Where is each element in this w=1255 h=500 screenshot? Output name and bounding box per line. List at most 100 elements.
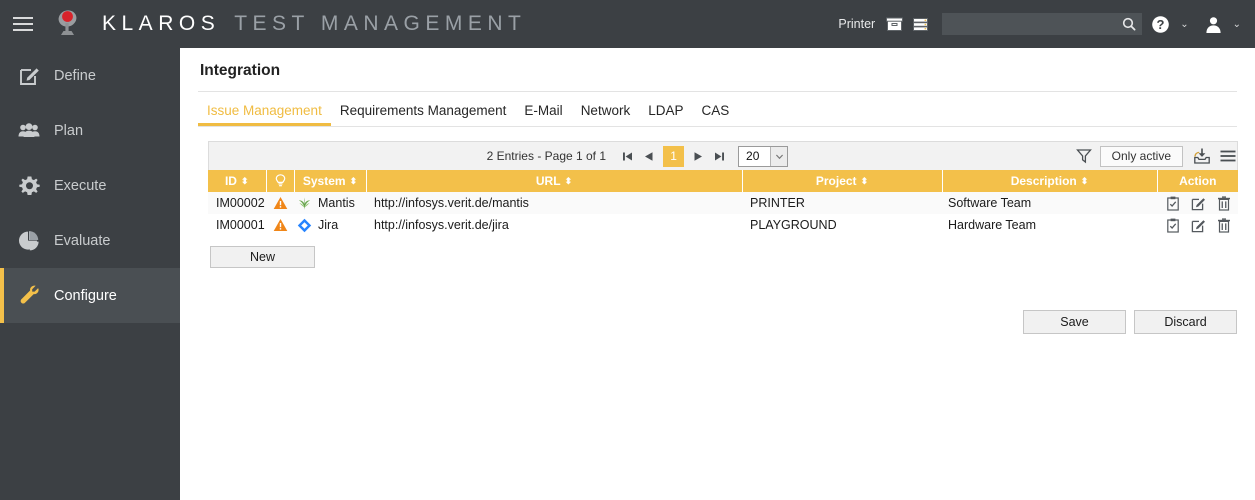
sort-arrows-icon[interactable]: ⬍ (350, 177, 358, 186)
cell-actions (1157, 192, 1238, 214)
entries-count-label: 2 Entries - Page 1 of 1 (486, 149, 607, 163)
sidebar-item-plan[interactable]: Plan (0, 103, 180, 158)
column-header-system[interactable]: System ⬍ (294, 170, 367, 192)
integration-table: ID ⬍ System ⬍ URL ⬍ Project ⬍ Descriptio… (208, 170, 1238, 236)
sidebar-item-label: Execute (54, 177, 107, 194)
search-input[interactable] (948, 16, 1123, 32)
sort-arrows-icon[interactable]: ⬍ (861, 177, 869, 186)
edit-square-icon (18, 65, 40, 87)
page-size-select[interactable]: 20 (738, 145, 789, 167)
tab-email[interactable]: E-Mail (515, 103, 571, 126)
cell-description: Software Team (942, 192, 1157, 214)
new-button[interactable]: New (210, 246, 315, 268)
wrench-icon (18, 285, 40, 307)
column-header-id[interactable]: ID ⬍ (208, 170, 267, 192)
hamburger-bar (13, 29, 33, 31)
tab-network[interactable]: Network (572, 103, 640, 126)
header-right-controls: Printer ? ⌄ ⌄ (838, 13, 1255, 35)
save-button[interactable]: Save (1023, 310, 1126, 334)
tab-issue-management[interactable]: Issue Management (198, 103, 331, 126)
last-page-icon[interactable] (709, 146, 730, 167)
hamburger-bar (13, 17, 33, 19)
lightbulb-icon (275, 174, 286, 188)
column-header-status[interactable] (266, 170, 295, 192)
sidebar-item-label: Define (54, 67, 96, 84)
tab-bar: Issue Management Requirements Management… (198, 92, 1237, 127)
tab-ldap[interactable]: LDAP (639, 103, 692, 126)
column-header-description[interactable]: Description ⬍ (942, 170, 1158, 192)
first-page-icon[interactable] (617, 146, 638, 167)
cell-status (266, 214, 294, 236)
search-box[interactable] (942, 13, 1143, 35)
next-page-icon[interactable] (688, 146, 709, 167)
cell-id: IM00001 (208, 214, 266, 236)
help-circle-icon[interactable]: ? (1151, 15, 1170, 34)
only-active-button[interactable]: Only active (1099, 145, 1184, 167)
form-action-buttons: Save Discard (1023, 310, 1237, 334)
funnel-filter-icon[interactable] (1075, 148, 1092, 164)
table-row[interactable]: IM00002 Mantis http://infosys.verit.de/m… (208, 192, 1238, 214)
table-toolbar: 2 Entries - Page 1 of 1 1 20 Only active (208, 141, 1238, 170)
hamburger-menu-icon[interactable] (0, 0, 46, 48)
cell-status (266, 192, 294, 214)
column-header-action: Action (1157, 170, 1238, 192)
logo-icon (58, 10, 77, 35)
discard-button[interactable]: Discard (1134, 310, 1237, 334)
printer-label: Printer (838, 17, 876, 31)
klaros-satellite-logo[interactable] (46, 0, 92, 48)
pie-chart-icon (18, 230, 40, 252)
export-download-icon[interactable] (1193, 147, 1211, 165)
table-header-row: ID ⬍ System ⬍ URL ⬍ Project ⬍ Descriptio… (208, 170, 1238, 192)
cell-system: Jira (294, 214, 366, 236)
table-area: 2 Entries - Page 1 of 1 1 20 Only active… (208, 141, 1238, 268)
warning-triangle-icon[interactable] (273, 196, 288, 211)
top-header-bar: KLAROS TEST MANAGEMENT Printer ? ⌄ ⌄ (0, 0, 1255, 48)
chevron-down-icon[interactable] (770, 146, 788, 166)
cell-project: PLAYGROUND (742, 214, 942, 236)
cell-system-label: Mantis (318, 196, 355, 210)
test-clipboard-icon[interactable] (1166, 196, 1180, 211)
sort-arrows-icon[interactable]: ⬍ (565, 177, 573, 186)
user-chevron-down-icon[interactable]: ⌄ (1233, 19, 1241, 30)
mantis-leaf-icon (297, 196, 312, 211)
user-avatar-icon[interactable] (1204, 15, 1223, 34)
main-content: Integration Issue Management Requirement… (180, 48, 1255, 500)
tab-cas[interactable]: CAS (692, 103, 738, 126)
sidebar-item-configure[interactable]: Configure (0, 268, 180, 323)
sort-arrows-icon[interactable]: ⬍ (1081, 177, 1089, 186)
cell-url: http://infosys.verit.de/jira (366, 214, 742, 236)
column-header-project[interactable]: Project ⬍ (742, 170, 943, 192)
product-box-icon[interactable] (886, 16, 904, 33)
edit-pencil-icon[interactable] (1191, 196, 1206, 211)
brand-secondary: TEST MANAGEMENT (234, 12, 527, 35)
brand-title: KLAROS TEST MANAGEMENT (102, 12, 526, 36)
delete-trash-icon[interactable] (1217, 217, 1231, 233)
sidebar-item-execute[interactable]: Execute (0, 158, 180, 213)
current-page-number[interactable]: 1 (663, 145, 685, 167)
server-stack-icon[interactable] (912, 16, 929, 33)
warning-triangle-icon[interactable] (273, 218, 288, 233)
people-group-icon (18, 120, 40, 142)
sidebar-item-label: Evaluate (54, 232, 111, 249)
sidebar-navigation: Define Plan Execute Evaluate Configure (0, 48, 180, 500)
sort-arrows-icon[interactable]: ⬍ (241, 177, 249, 186)
cell-id: IM00002 (208, 192, 266, 214)
edit-pencil-icon[interactable] (1191, 218, 1206, 233)
list-menu-icon[interactable] (1219, 147, 1237, 165)
sidebar-item-define[interactable]: Define (0, 48, 180, 103)
column-header-url[interactable]: URL ⬍ (366, 170, 743, 192)
table-row[interactable]: IM00001 Jira http://infosys.verit.de/jir… (208, 214, 1238, 236)
hamburger-bar (13, 23, 33, 25)
search-icon[interactable] (1122, 17, 1136, 31)
previous-page-icon[interactable] (638, 146, 659, 167)
delete-trash-icon[interactable] (1217, 195, 1231, 211)
cell-system-label: Jira (318, 218, 339, 232)
cell-description: Hardware Team (942, 214, 1157, 236)
tab-requirements-management[interactable]: Requirements Management (331, 103, 516, 126)
cell-url: http://infosys.verit.de/mantis (366, 192, 742, 214)
sidebar-item-label: Configure (54, 287, 117, 304)
help-chevron-down-icon[interactable]: ⌄ (1180, 19, 1188, 30)
sidebar-item-evaluate[interactable]: Evaluate (0, 213, 180, 268)
test-clipboard-icon[interactable] (1166, 218, 1180, 233)
svg-text:?: ? (1157, 17, 1165, 32)
